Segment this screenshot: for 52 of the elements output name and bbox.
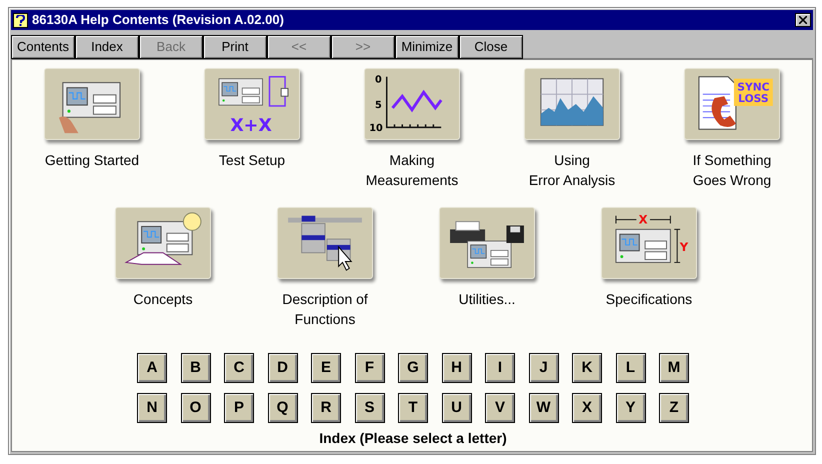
letter-button[interactable]: Z [659,393,689,423]
toolbar-button[interactable]: Minimize [395,35,459,59]
index-caption: Index (Please select a letter) [319,429,507,448]
instrument-hand-icon [44,68,140,140]
instrument-setup-icon: X+X [204,68,300,140]
toolbar-button[interactable]: Close [459,35,523,59]
toolbar-button[interactable]: Print [203,35,267,59]
topic-button[interactable]: Using Error Analysis [492,68,652,190]
topic-button[interactable]: Utilities... [406,207,568,329]
toolbar-button[interactable]: Index [75,35,139,59]
letter-button[interactable]: C [224,353,254,383]
topic-button[interactable]: Description of Functions [244,207,406,329]
letter-button[interactable]: P [224,393,254,423]
letter-button[interactable]: S [354,393,384,423]
letter-button[interactable]: F [354,353,384,383]
topic-button[interactable]: Getting Started [12,68,172,190]
letter-button[interactable]: H [442,353,472,383]
instrument-dimensions-icon: X Y [601,207,697,279]
instrument-book-icon [115,207,211,279]
letter-button[interactable]: L [616,353,646,383]
letter-button[interactable]: D [268,353,298,383]
letter-button[interactable]: N [137,393,167,423]
help-icon [13,12,28,28]
letter-button[interactable]: J [528,353,558,383]
menu-pointer-icon [277,207,373,279]
topic-button[interactable]: 0 5 10 Making Measurements [332,68,492,190]
letter-button[interactable]: O [180,393,210,423]
topic-button[interactable]: X+X Test Setup [172,68,332,190]
letter-button[interactable]: Q [268,393,298,423]
topic-button[interactable]: Concepts [82,207,244,329]
letter-button[interactable]: X [572,393,602,423]
letter-button[interactable]: R [311,393,341,423]
topic-button[interactable]: X Y Specifications [568,207,730,329]
toolbar-button[interactable]: Contents [11,35,75,59]
letter-button[interactable]: I [485,353,515,383]
letter-button[interactable]: U [442,393,472,423]
letter-button[interactable]: A [137,353,167,383]
letter-button[interactable]: Y [616,393,646,423]
line-graph-icon: 0 5 10 [364,68,460,140]
letter-button[interactable]: E [311,353,341,383]
letter-button[interactable]: W [528,393,558,423]
topic-button[interactable]: SYNC LOSS If Something Goes Wrong [652,68,812,190]
letter-button[interactable]: M [659,353,689,383]
letter-button[interactable]: V [485,393,515,423]
letter-button[interactable]: K [572,353,602,383]
area-chart-icon [524,68,620,140]
close-icon[interactable] [795,13,811,27]
letter-button[interactable]: G [398,353,428,383]
letter-button[interactable]: B [180,353,210,383]
letter-button[interactable]: T [398,393,428,423]
window-title: 86130A Help Contents (Revision A.02.00) [32,11,284,30]
phone-document-icon: SYNC LOSS [684,68,780,140]
